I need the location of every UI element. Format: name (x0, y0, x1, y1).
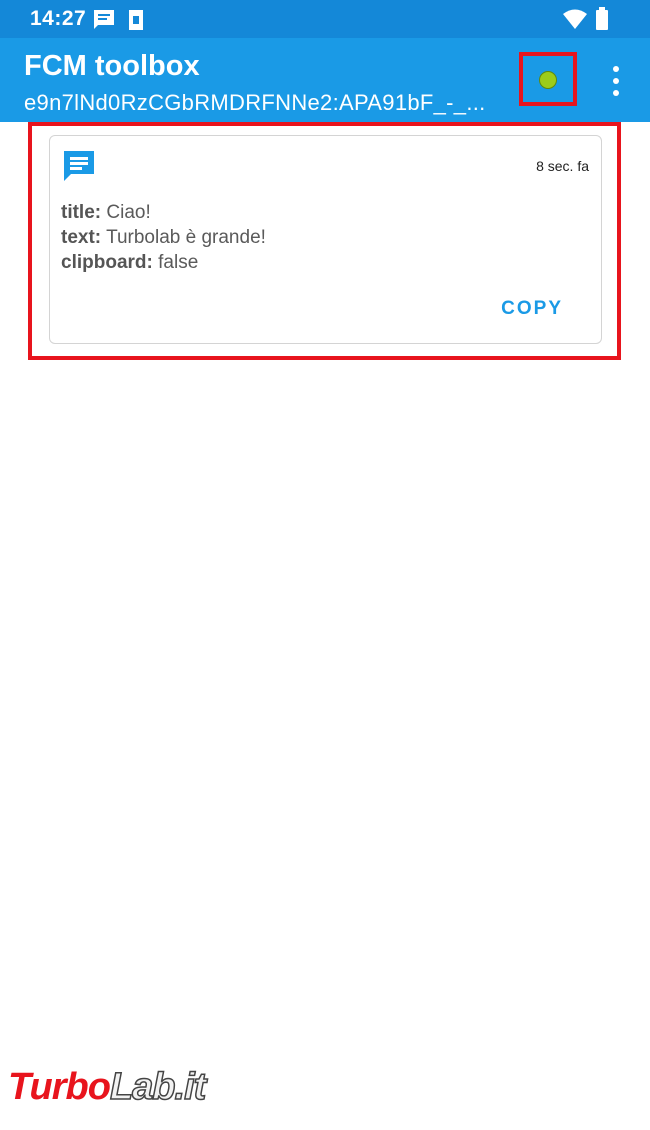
field-value: Turbolab è grande! (106, 227, 266, 248)
message-field: text: Turbolab è grande! (61, 225, 266, 250)
message-field: clipboard: false (61, 250, 266, 275)
field-key: clipboard: (61, 252, 153, 273)
field-value: Ciao! (106, 202, 151, 223)
copy-button[interactable]: COPY (501, 298, 563, 320)
message-card[interactable]: 8 sec. fa title: Ciao! text: Turbolab è … (49, 135, 602, 344)
watermark-logo: TurboLab.it (8, 1065, 207, 1109)
field-value: false (158, 252, 199, 273)
device-token[interactable]: e9n7lNd0RzCGbRMDRFNNe2:APA91bF_-_... (24, 90, 486, 116)
message-body: title: Ciao! text: Turbolab è grande! cl… (61, 200, 266, 275)
message-icon (63, 150, 95, 187)
wifi-icon (562, 8, 588, 35)
message-notification-icon (92, 9, 116, 36)
sim-card-icon (127, 9, 145, 36)
field-key: text: (61, 227, 102, 248)
connection-status-icon[interactable] (539, 71, 557, 89)
battery-icon (595, 7, 609, 36)
field-key: title: (61, 202, 102, 223)
app-bar: FCM toolbox e9n7lNd0RzCGbRMDRFNNe2:APA91… (0, 38, 650, 122)
watermark-part2: Lab.it (109, 1065, 207, 1109)
watermark-part1: Turbo (8, 1066, 111, 1108)
status-bar: 14:27 (0, 0, 650, 38)
message-field: title: Ciao! (61, 200, 266, 225)
more-options-icon[interactable] (604, 66, 628, 96)
app-title: FCM toolbox (24, 50, 200, 82)
status-time: 14:27 (30, 7, 87, 30)
message-time: 8 sec. fa (536, 158, 589, 174)
connection-status-highlight[interactable] (519, 52, 577, 106)
